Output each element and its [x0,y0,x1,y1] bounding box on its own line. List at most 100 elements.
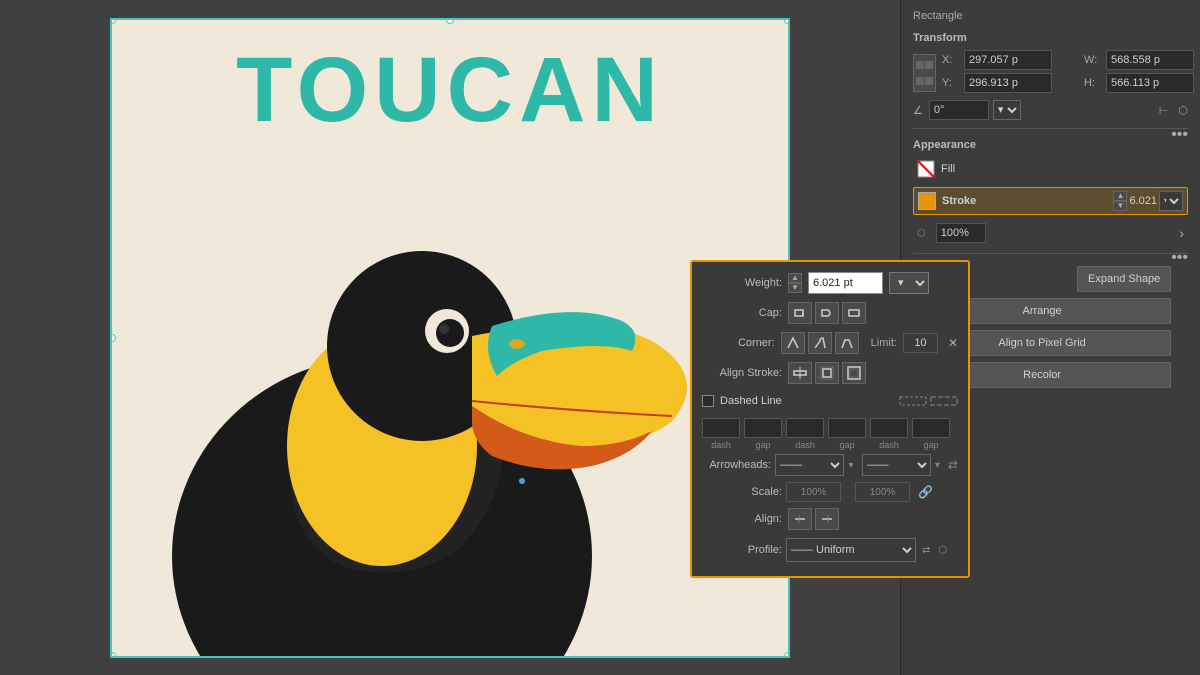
stroke-row[interactable]: Stroke ▲ ▼ 6.021 ▾ [913,187,1188,215]
arrowhead-end-select[interactable]: —— [862,454,931,476]
align-sub-start[interactable] [788,508,812,530]
weight-up-popup[interactable]: ▲ [788,273,802,283]
cap-label: Cap: [702,307,782,319]
stroke-up[interactable]: ▲ [1113,191,1127,201]
fill-row[interactable]: Fill [913,157,1188,181]
arrowheads-label: Arrowheads: [702,459,771,471]
profile-flip[interactable]: ⇄ [922,545,930,556]
corner-row: Corner: Limit: ✕ [702,332,958,354]
cap-butt[interactable] [788,302,812,324]
transform-icon-4 [925,77,933,85]
stroke-stepper[interactable]: ▲ ▼ [1113,191,1127,211]
expand-shape-button[interactable]: Expand Shape [1077,266,1171,292]
h-label: H: [1084,77,1102,89]
appearance-more-btn[interactable]: ••• [1171,249,1188,267]
corner-buttons [781,332,859,354]
handle-tm[interactable] [446,18,454,24]
dashed-line-row: Dashed Line [702,392,958,410]
close-btn[interactable]: ✕ [948,336,958,350]
gap-3-input[interactable] [912,418,950,438]
x-label: X: [942,54,960,66]
limit-input[interactable] [903,333,938,353]
arrowhead-dropdown-1[interactable]: ▾ [848,460,853,471]
cap-square[interactable] [842,302,866,324]
cap-row: Cap: [702,302,958,324]
arrowhead-start-select[interactable]: —— [775,454,844,476]
x-input[interactable] [964,50,1052,70]
profile-select[interactable]: —— Uniform [786,538,916,562]
y-input[interactable] [964,73,1052,93]
arrowhead-dropdown-2[interactable]: ▾ [935,460,940,471]
gap-2-col: gap [828,418,866,450]
weight-down-popup[interactable]: ▼ [788,283,802,293]
align-sub-buttons [788,508,839,530]
align-inside[interactable] [815,362,839,384]
gap-3-label: gap [923,440,938,450]
dash-2-col: dash [786,418,824,450]
align-sub-end[interactable] [815,508,839,530]
dash-2-input[interactable] [786,418,824,438]
angle-dropdown[interactable]: ▾ [993,100,1021,120]
scale-start-input[interactable] [786,482,841,502]
gap-1-col: gap [744,418,782,450]
weight-unit-select[interactable]: ▾ [889,272,929,294]
align-outside[interactable] [842,362,866,384]
scale-link[interactable]: 🔗 [918,485,933,499]
scale-end-input[interactable] [855,482,910,502]
dash-1-label: dash [711,440,731,450]
corner-miter[interactable] [781,332,805,354]
transform-icon-3 [916,77,924,85]
arrowhead-swap[interactable]: ⇄ [948,458,958,472]
flip-icon: ⬡ [1178,104,1188,117]
dash-inputs: dash gap dash gap dash gap [702,418,958,450]
handle-tr[interactable] [784,18,790,24]
handle-tl[interactable] [110,18,116,24]
cap-round[interactable] [815,302,839,324]
handle-br[interactable] [784,652,790,658]
stroke-popup: Weight: ▲ ▼ ▾ Cap: Corner: [690,260,970,578]
transform-icon-2 [925,61,933,69]
stroke-color-swatch[interactable] [918,192,936,210]
align-sub-label: Align: [702,513,782,525]
handle-ml[interactable] [110,334,116,342]
artboard[interactable]: TOUCAN [110,18,790,658]
stroke-label: Stroke [942,195,976,207]
align-center[interactable] [788,362,812,384]
align-stroke-row: Align Stroke: [702,362,958,384]
profile-icon[interactable]: ⬡ [938,545,947,556]
shear-icon: ⊢ [1159,104,1169,117]
opacity-more-btn[interactable]: › [1179,225,1184,241]
gap-2-input[interactable] [828,418,866,438]
stroke-unit-dropdown[interactable]: ▾ [1159,191,1183,211]
dash-1-input[interactable] [702,418,740,438]
profile-label: Profile: [702,544,782,556]
h-input[interactable] [1106,73,1194,93]
transform-more-btn[interactable]: ••• [1171,126,1188,144]
weight-stepper-popup[interactable]: ▲ ▼ [788,273,802,293]
dash-pattern-icons [899,392,958,410]
transform-icon-grid[interactable] [913,54,936,92]
dashed-label: Dashed Line [720,395,782,407]
scale-row: Scale: 🔗 [702,482,958,502]
gap-1-label: gap [755,440,770,450]
handle-bl[interactable] [110,652,116,658]
align-sub-row: Align: [702,508,958,530]
divider-1 [913,128,1188,129]
dash-icon-2[interactable] [930,392,958,410]
dash-icon-1[interactable] [899,392,927,410]
weight-input[interactable] [808,272,883,294]
w-input[interactable] [1106,50,1194,70]
dash-1-col: dash [702,418,740,450]
stroke-down[interactable]: ▼ [1113,201,1127,211]
opacity-input[interactable] [936,223,986,243]
dash-3-input[interactable] [870,418,908,438]
dashed-checkbox[interactable] [702,395,714,407]
opacity-icon: ⬡ [917,228,926,239]
corner-bevel[interactable] [835,332,859,354]
scale-label: Scale: [702,486,782,498]
angle-input[interactable] [929,100,989,120]
corner-round[interactable] [808,332,832,354]
gap-1-input[interactable] [744,418,782,438]
dash-3-col: dash [870,418,908,450]
transform-section-title: Transform [913,32,1188,44]
